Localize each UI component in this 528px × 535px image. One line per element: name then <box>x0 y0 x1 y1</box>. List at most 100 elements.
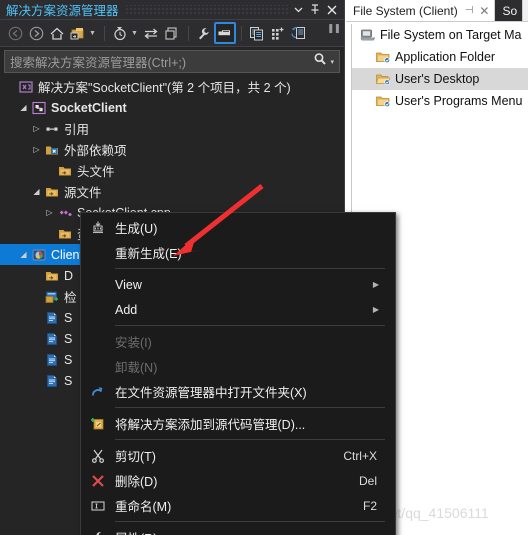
cut-icon <box>81 448 115 464</box>
tab-close-icon[interactable]: ✕ <box>473 4 489 18</box>
menu-item[interactable]: 将解决方案添加到源代码管理(D)... <box>81 411 395 436</box>
file-icon <box>43 352 61 368</box>
tree-row[interactable]: ▷ 引用 <box>0 118 344 139</box>
forward-icon[interactable] <box>26 23 46 43</box>
solution-explorer-window: 解决方案资源管理器 ▼ ▼ ❚❚ 搜索解决方案资源管理器(Ctrl+;) ▾ 解… <box>0 0 396 535</box>
menu-item[interactable]: 在文件资源管理器中打开文件夹(X) <box>81 379 395 404</box>
expander-expanded-icon[interactable]: ◢ <box>17 250 30 259</box>
delete-icon <box>81 473 115 489</box>
detected-deps-icon <box>43 289 61 305</box>
search-icon[interactable] <box>313 52 330 71</box>
menu-item[interactable]: 剪切(T) Ctrl+X <box>81 443 395 468</box>
menu-item[interactable]: 重命名(M) F2 <box>81 493 395 518</box>
solution-icon <box>17 79 35 95</box>
tab-file-system-client[interactable]: File System (Client) ⊣ ✕ <box>346 0 496 21</box>
menu-item-label: Add <box>115 302 138 317</box>
new-folder-icon[interactable] <box>68 23 88 43</box>
preview-selected-icon[interactable] <box>268 23 288 43</box>
tree-row-label: 外部依赖项 <box>64 144 127 158</box>
references-icon <box>43 121 61 137</box>
cpp-project-icon <box>30 100 48 116</box>
tree-row-label: S <box>64 352 73 367</box>
expander-expanded-icon[interactable]: ◢ <box>17 103 30 112</box>
submenu-arrow-icon: ▶ <box>372 280 379 289</box>
menu-item-label: 生成(U) <box>115 222 158 236</box>
expander-expanded-icon[interactable]: ◢ <box>30 187 43 196</box>
titlebar-buttons <box>294 4 344 15</box>
new-folder-dropdown-caret[interactable]: ▼ <box>89 30 96 37</box>
home-icon[interactable] <box>47 23 67 43</box>
window-dropdown-icon[interactable] <box>294 5 303 14</box>
tree-row-label: SocketClient <box>51 100 127 115</box>
menu-item-label: 卸载(N) <box>115 361 158 375</box>
menu-separator <box>115 268 385 269</box>
menu-item[interactable]: 生成(U) <box>81 215 395 240</box>
menu-item[interactable]: 重新生成(E) <box>81 240 395 265</box>
source-control-icon <box>81 416 115 432</box>
cpp-file-icon <box>56 205 74 221</box>
solution-explorer-titlebar: 解决方案资源管理器 <box>0 0 344 20</box>
toolbar-overflow-icon[interactable]: ❚❚ <box>327 23 341 34</box>
wrench-icon <box>81 530 115 535</box>
show-all-files-icon[interactable] <box>247 23 267 43</box>
back-icon[interactable] <box>5 23 25 43</box>
menu-item-shortcut: Del <box>358 473 377 488</box>
screenshot-root: 解决方案资源管理器 ▼ ▼ ❚❚ 搜索解决方案资源管理器(Ctrl+;) ▾ 解… <box>0 0 528 535</box>
fs-row[interactable]: Application Folder <box>352 46 528 68</box>
menu-item[interactable]: Add ▶ <box>81 297 395 322</box>
fs-row[interactable]: User's Programs Menu <box>352 90 528 112</box>
tree-row-label: 检 <box>64 291 77 305</box>
titlebar-drag-dots <box>124 5 288 14</box>
folder-icon <box>56 226 74 242</box>
sync-icon[interactable] <box>141 23 161 43</box>
toolbar-separator-2 <box>187 25 189 41</box>
menu-item-label: 在文件资源管理器中打开文件夹(X) <box>115 386 307 400</box>
fs-row-label: User's Desktop <box>395 72 480 86</box>
open-folder-arrow-icon <box>81 384 115 400</box>
tree-row[interactable]: ◢ 源文件 <box>0 181 344 202</box>
tab-pin-icon[interactable]: ⊣ <box>458 5 474 16</box>
sync-with-active-doc-icon[interactable] <box>289 23 309 43</box>
folder-open-special-icon <box>373 71 393 87</box>
menu-item[interactable]: View ▶ <box>81 272 395 297</box>
tree-row[interactable]: 解决方案"SocketClient"(第 2 个项目，共 2 个) <box>0 76 344 97</box>
expander-collapsed-icon[interactable]: ▷ <box>43 208 56 217</box>
menu-separator <box>115 439 385 440</box>
menu-item-label: 剪切(T) <box>115 450 156 464</box>
collapse-all-icon[interactable] <box>162 23 182 43</box>
tree-row-label: 源文件 <box>64 186 102 200</box>
tree-row-label: S <box>64 373 73 388</box>
menu-item: 卸载(N) <box>81 354 395 379</box>
tab-solution-explorer-docked[interactable]: So <box>495 0 524 21</box>
expander-collapsed-icon[interactable]: ▷ <box>30 124 43 133</box>
pending-changes-icon[interactable] <box>110 23 130 43</box>
tree-row[interactable]: ◢ SocketClient <box>0 97 344 118</box>
menu-separator <box>115 521 385 522</box>
properties-icon[interactable] <box>194 23 214 43</box>
target-machine-icon <box>358 27 378 43</box>
tree-row-label: D <box>64 268 74 283</box>
search-box[interactable]: 搜索解决方案资源管理器(Ctrl+;) ▾ <box>4 50 340 73</box>
rename-icon <box>81 498 115 514</box>
fs-row[interactable]: File System on Target Ma <box>352 24 528 46</box>
search-input[interactable]: 搜索解决方案资源管理器(Ctrl+;) <box>5 52 313 71</box>
submenu-arrow-icon: ▶ <box>372 305 379 314</box>
menu-item-label: 安装(I) <box>115 336 152 350</box>
expander-collapsed-icon[interactable]: ▷ <box>30 145 43 154</box>
menu-item-label: 将解决方案添加到源代码管理(D)... <box>115 418 306 432</box>
tree-row[interactable]: ▷ 外部依赖项 <box>0 139 344 160</box>
folder-special-icon <box>373 49 393 65</box>
pending-changes-dropdown-caret[interactable]: ▼ <box>131 30 138 37</box>
context-menu[interactable]: 生成(U) 重新生成(E) View ▶ Add ▶ 安装(I) 卸载(N) 在文件资源管理器中… <box>80 212 396 535</box>
fs-row-selected[interactable]: User's Desktop <box>352 68 528 90</box>
tree-row[interactable]: 头文件 <box>0 160 344 181</box>
properties-window-icon[interactable] <box>213 22 236 44</box>
close-icon[interactable] <box>327 5 337 15</box>
menu-separator <box>115 325 385 326</box>
menu-separator <box>115 407 385 408</box>
menu-item[interactable]: 删除(D) Del <box>81 468 395 493</box>
menu-item[interactable]: 属性(R) <box>81 525 395 535</box>
search-dropdown-icon[interactable]: ▾ <box>330 58 339 66</box>
toolbar-separator-3 <box>240 25 242 41</box>
pin-icon[interactable] <box>310 4 320 15</box>
